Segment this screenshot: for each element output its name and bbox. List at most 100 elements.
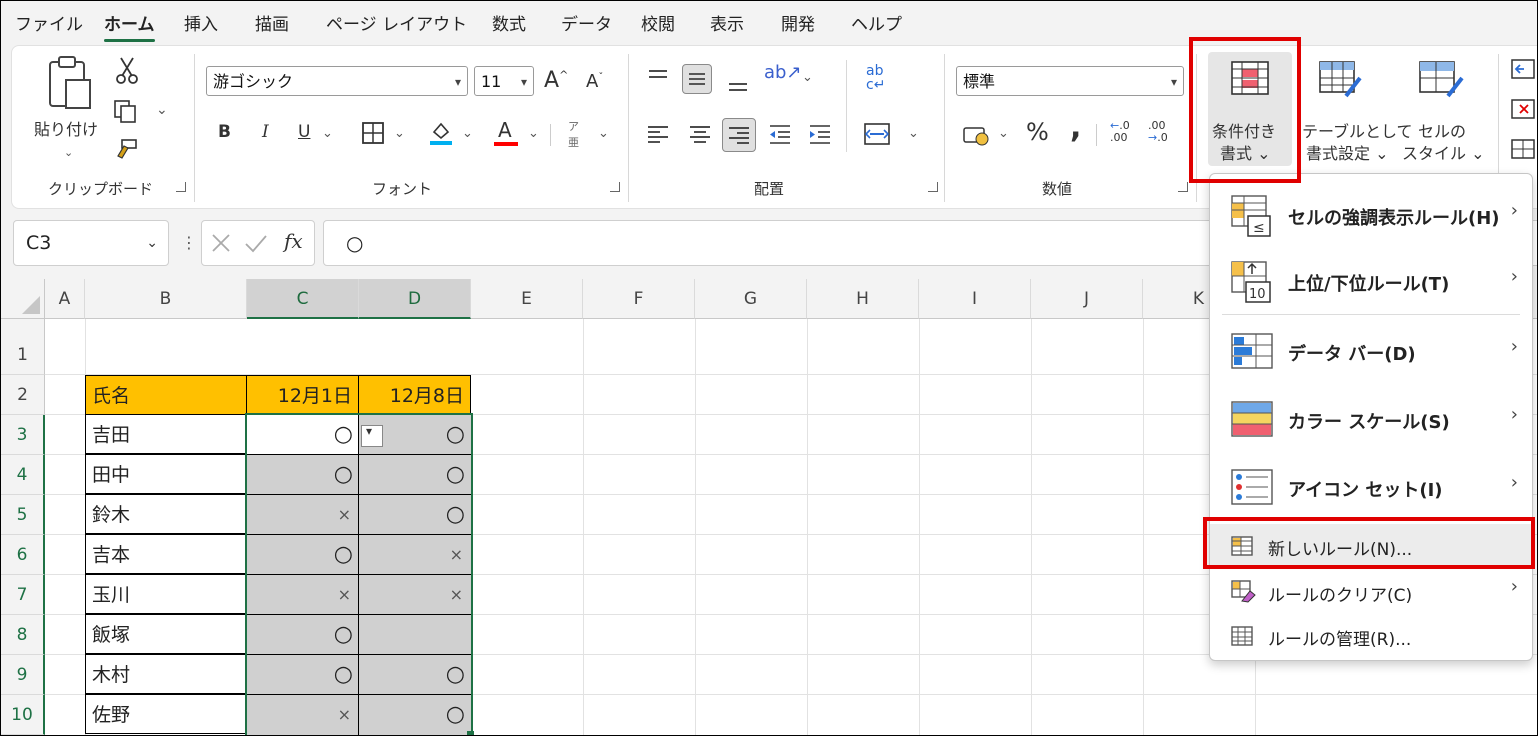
delete-cells-icon[interactable] <box>1510 98 1536 120</box>
tab-formulas[interactable]: 数式 <box>492 10 526 35</box>
tab-view[interactable]: 表示 <box>710 10 744 35</box>
chevron-down-icon[interactable]: ⌄ <box>598 126 609 141</box>
cancel-icon[interactable] <box>210 232 232 254</box>
format-as-table-button[interactable]: テーブルとして 書式設定 ⌄ <box>1294 52 1413 166</box>
chevron-down-icon[interactable]: ⌄ <box>802 70 813 85</box>
fill-handle[interactable] <box>467 731 474 735</box>
column-header-j[interactable]: J <box>1031 279 1143 319</box>
autofill-options-button[interactable]: ▾ <box>361 424 383 447</box>
column-header-c[interactable]: C <box>247 279 359 319</box>
format-painter-icon[interactable] <box>114 138 140 164</box>
name-box[interactable]: C3 ⌄ <box>13 220 169 266</box>
chevron-down-icon[interactable]: ⌄ <box>528 126 539 141</box>
column-header-g[interactable]: G <box>695 279 807 319</box>
increase-decimal-icon[interactable]: ←.0.00 <box>1110 120 1130 144</box>
tab-home[interactable]: ホーム <box>104 10 155 42</box>
decrease-decimal-icon[interactable]: .00 →.0 <box>1148 120 1168 144</box>
row-header-10[interactable]: 10 <box>1 695 45 735</box>
cell-b5[interactable]: 鈴木 <box>85 494 247 534</box>
alignment-launcher-icon[interactable] <box>928 182 938 192</box>
table-header-name[interactable]: 氏名 <box>85 375 247 415</box>
menu-item-highlight-cells-rules[interactable]: ≤ セルの強調表示ルール(H) › <box>1210 188 1532 244</box>
insert-function-button[interactable]: fx <box>284 229 303 253</box>
tab-developer[interactable]: 開発 <box>781 10 815 35</box>
phonetic-icon[interactable]: ア亜 <box>568 118 579 150</box>
cell-b3[interactable]: 吉田 <box>85 414 247 454</box>
align-center-icon[interactable] <box>688 122 712 146</box>
format-cells-icon[interactable] <box>1510 138 1536 160</box>
column-header-i[interactable]: I <box>919 279 1031 319</box>
row-header-7[interactable]: 7 <box>1 575 45 615</box>
paste-button[interactable]: 貼り付け ⌄ <box>32 54 102 164</box>
tab-draw[interactable]: 描画 <box>255 10 289 35</box>
row-header-9[interactable]: 9 <box>1 655 45 695</box>
tab-file[interactable]: ファイル <box>15 10 83 35</box>
chevron-down-icon[interactable]: ⌄ <box>908 126 919 141</box>
insert-cells-icon[interactable] <box>1510 58 1536 80</box>
row-header-5[interactable]: 5 <box>1 495 45 535</box>
borders-icon[interactable] <box>362 122 384 144</box>
align-right-button[interactable] <box>722 118 756 152</box>
row-header-6[interactable]: 6 <box>1 535 45 575</box>
enter-icon[interactable] <box>244 232 268 254</box>
font-launcher-icon[interactable] <box>610 182 620 192</box>
number-format-combo[interactable]: 標準 ▾ <box>956 66 1184 96</box>
merge-center-icon[interactable] <box>864 122 890 146</box>
menu-item-color-scales[interactable]: カラー スケール(S) › <box>1210 392 1532 448</box>
column-header-a[interactable]: A <box>45 279 85 319</box>
cell-b4[interactable]: 田中 <box>85 454 247 494</box>
table-header-dec8[interactable]: 12月8日 <box>358 375 471 415</box>
row-header-4[interactable]: 4 <box>1 455 45 495</box>
copy-icon[interactable] <box>112 98 138 124</box>
chevron-down-icon[interactable]: ⌄ <box>322 126 333 141</box>
table-header-dec1[interactable]: 12月1日 <box>246 375 359 415</box>
cell-styles-button[interactable]: セルの スタイル ⌄ <box>1398 52 1488 166</box>
align-bottom-icon[interactable] <box>726 70 750 94</box>
grow-font-button[interactable]: A^ <box>544 68 568 93</box>
tab-review[interactable]: 校閲 <box>641 10 675 35</box>
percent-style-button[interactable]: % <box>1026 118 1049 146</box>
cell-b6[interactable]: 吉本 <box>85 534 247 574</box>
align-left-icon[interactable] <box>646 122 670 146</box>
menu-item-icon-sets[interactable]: アイコン セット(I) › <box>1210 460 1532 516</box>
tab-page-layout[interactable]: ページ レイアウト <box>326 10 467 35</box>
increase-indent-icon[interactable] <box>808 122 832 146</box>
clipboard-launcher-icon[interactable] <box>176 182 186 192</box>
fill-color-icon[interactable] <box>428 120 454 146</box>
comma-style-button[interactable]: , <box>1070 110 1081 145</box>
orientation-icon[interactable]: ab↗ <box>764 62 802 83</box>
cell-b10[interactable]: 佐野 <box>85 694 247 734</box>
row-header-2[interactable]: 2 <box>1 375 45 415</box>
menu-item-manage-rules[interactable]: ルールの管理(R)... <box>1210 616 1532 660</box>
font-size-combo[interactable]: 11 ▾ <box>474 66 534 96</box>
tab-data[interactable]: データ <box>561 10 612 35</box>
cell-b9[interactable]: 木村 <box>85 654 247 694</box>
chevron-down-icon[interactable]: ⌄ <box>998 126 1009 141</box>
number-launcher-icon[interactable] <box>1178 182 1188 192</box>
font-name-combo[interactable]: 游ゴシック ▾ <box>206 66 468 96</box>
chevron-down-icon[interactable]: ⌄ <box>394 126 405 141</box>
cell-b8[interactable]: 飯塚 <box>85 614 247 654</box>
column-header-d[interactable]: D <box>359 279 471 319</box>
underline-button[interactable]: U <box>298 122 310 142</box>
chevron-down-icon[interactable]: ⌄ <box>156 102 168 118</box>
decrease-indent-icon[interactable] <box>768 122 792 146</box>
row-header-3[interactable]: 3 <box>1 415 45 455</box>
column-header-f[interactable]: F <box>583 279 695 319</box>
font-color-button[interactable]: A <box>494 118 520 148</box>
select-all-corner[interactable] <box>1 279 45 319</box>
column-header-b[interactable]: B <box>85 279 247 319</box>
cell-b7[interactable]: 玉川 <box>85 574 247 614</box>
shrink-font-button[interactable]: Aˇ <box>586 71 603 92</box>
more-options-icon[interactable]: ⋮ <box>181 233 197 252</box>
align-top-icon[interactable] <box>646 66 670 90</box>
align-middle-button[interactable] <box>682 64 712 94</box>
menu-item-data-bars[interactable]: データ バー(D) › <box>1210 324 1532 380</box>
chevron-down-icon[interactable]: ⌄ <box>462 126 473 141</box>
row-header-1[interactable]: 1 <box>1 335 45 375</box>
accounting-format-icon[interactable] <box>962 124 990 146</box>
menu-item-clear-rules[interactable]: ルールのクリア(C) › <box>1210 570 1532 614</box>
menu-item-top-bottom-rules[interactable]: 10 上位/下位ルール(T) › <box>1210 254 1532 310</box>
wrap-text-icon[interactable]: ab c↵ <box>866 64 885 92</box>
column-header-e[interactable]: E <box>471 279 583 319</box>
